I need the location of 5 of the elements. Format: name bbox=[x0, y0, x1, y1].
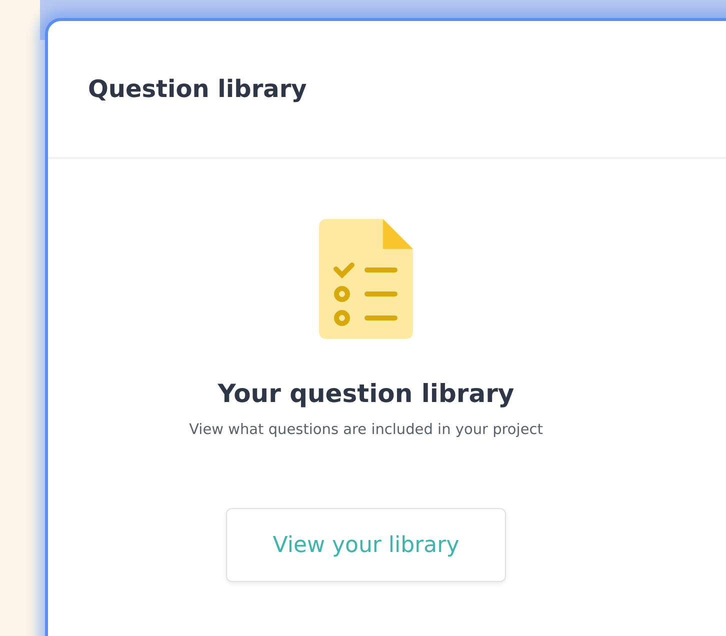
empty-state-heading: Your question library bbox=[218, 379, 514, 408]
view-library-button[interactable]: View your library bbox=[226, 508, 506, 582]
checklist-document-icon bbox=[319, 219, 413, 339]
empty-state-description: View what questions are included in your project bbox=[189, 422, 543, 438]
dialog-title: Question library bbox=[88, 75, 307, 103]
